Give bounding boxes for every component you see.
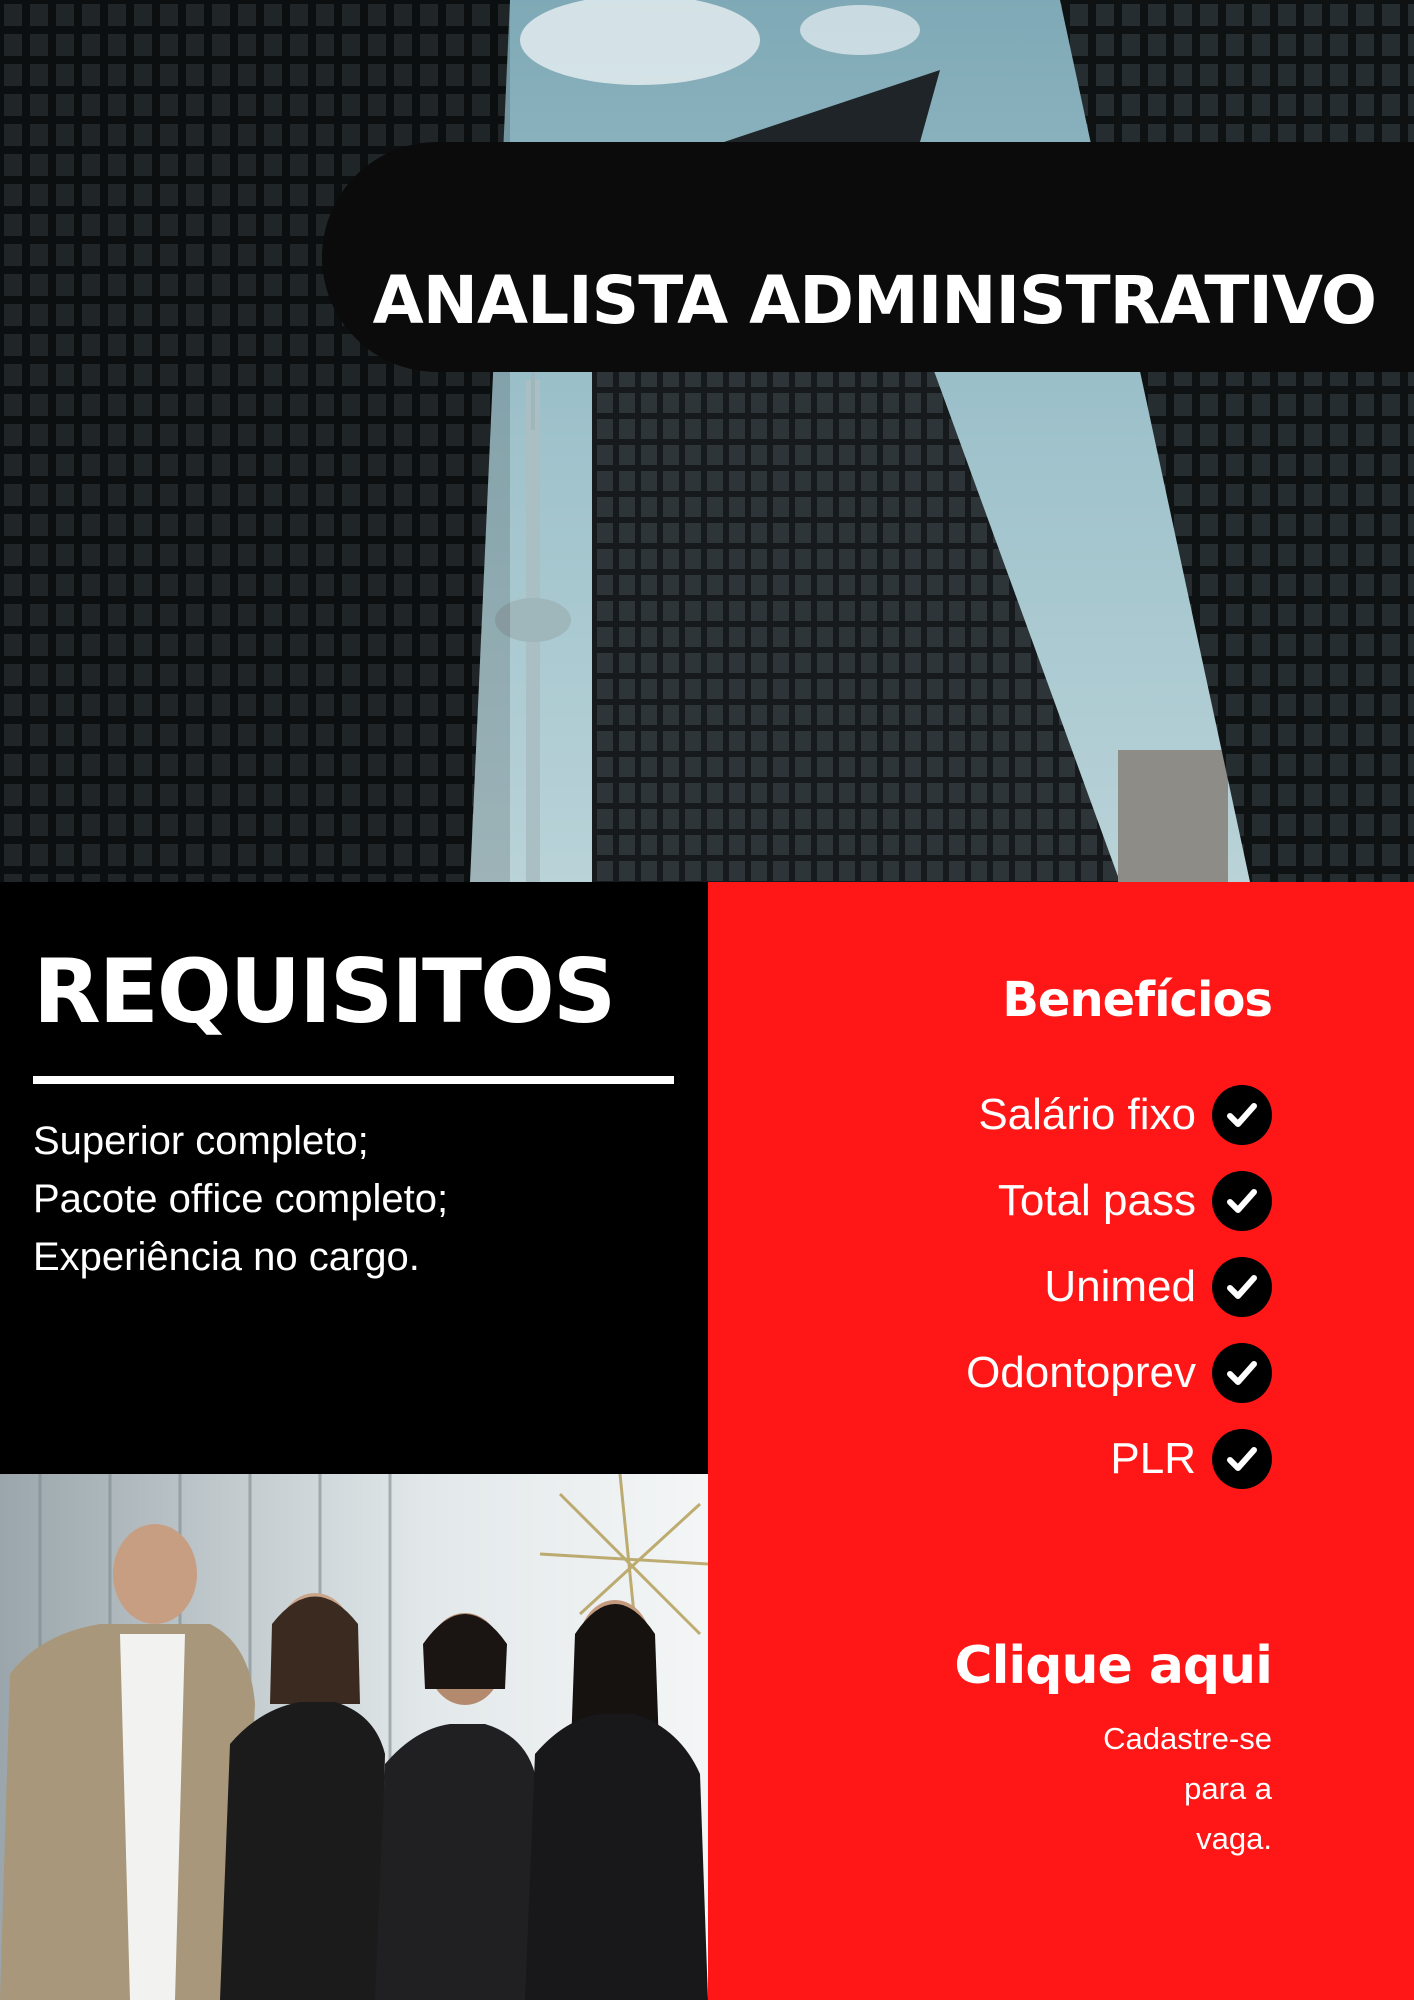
signup-line: para a	[1184, 1771, 1272, 1806]
requirements-list: Superior completo; Pacote office complet…	[33, 1112, 448, 1286]
business-team-illustration	[0, 1474, 708, 2000]
hero-photo: ANALISTA ADMINISTRATIVO	[0, 0, 1414, 882]
check-circle-icon	[1212, 1257, 1272, 1317]
benefits-list: Salário fixo Total pass Unimed Odontopre…	[966, 1072, 1272, 1502]
skyscrapers-illustration	[0, 0, 1414, 882]
benefit-label: Unimed	[1044, 1262, 1196, 1311]
benefits-panel: Benefícios Salário fixo Total pass Unime…	[708, 882, 1414, 2000]
benefit-label: Total pass	[997, 1176, 1196, 1225]
check-circle-icon	[1212, 1343, 1272, 1403]
check-circle-icon	[1212, 1171, 1272, 1231]
requirements-panel: REQUISITOS Superior completo; Pacote off…	[0, 882, 708, 1474]
signup-link[interactable]: Clique aqui	[954, 1640, 1273, 1692]
signup-description[interactable]: Cadastre-se para a vaga.	[1012, 1714, 1272, 1864]
requirement-item: Experiência no cargo.	[33, 1235, 420, 1279]
benefit-label: Odontoprev	[966, 1348, 1196, 1397]
check-circle-icon	[1212, 1085, 1272, 1145]
benefit-label: PLR	[1110, 1434, 1196, 1483]
benefit-label: Salário fixo	[978, 1090, 1196, 1139]
signup-line: Cadastre-se	[1103, 1721, 1272, 1756]
title-bar: ANALISTA ADMINISTRATIVO	[322, 142, 1414, 372]
check-circle-icon	[1212, 1429, 1272, 1489]
job-poster: ANALISTA ADMINISTRATIVO REQUISITOS Super…	[0, 0, 1414, 2000]
signup-line: vaga.	[1196, 1821, 1272, 1856]
benefit-item: PLR	[966, 1416, 1272, 1502]
benefit-item: Odontoprev	[966, 1330, 1272, 1416]
requirement-item: Pacote office completo;	[33, 1177, 449, 1221]
requirement-item: Superior completo;	[33, 1119, 369, 1163]
benefit-item: Unimed	[966, 1244, 1272, 1330]
job-title: ANALISTA ADMINISTRATIVO	[372, 262, 1377, 340]
benefit-item: Total pass	[966, 1158, 1272, 1244]
divider	[33, 1076, 674, 1084]
benefit-item: Salário fixo	[966, 1072, 1272, 1158]
benefits-title: Benefícios	[1002, 972, 1273, 1028]
team-photo	[0, 1474, 708, 2000]
requirements-title: REQUISITOS	[33, 940, 616, 1043]
